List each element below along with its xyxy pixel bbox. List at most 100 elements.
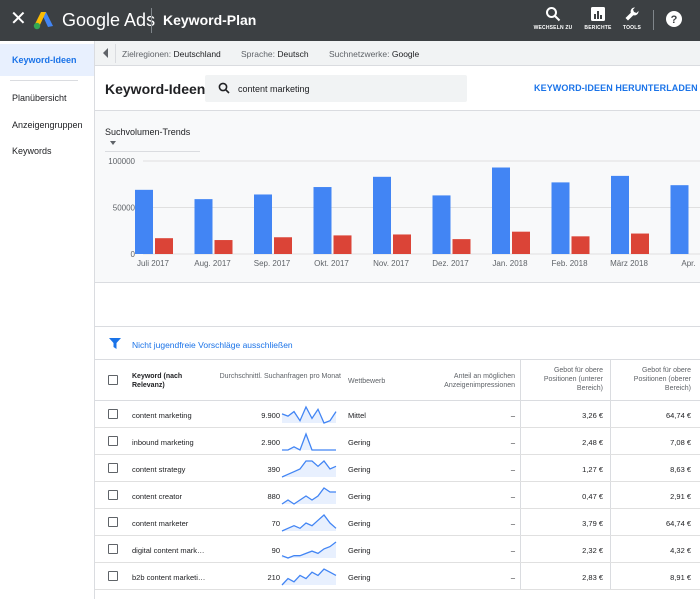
x-tick-label: Juli 2017 [137,259,170,268]
keyword-cell: content creator [132,492,183,501]
x-tick-label: Aug. 2017 [194,259,231,268]
bid-low-cell: 0,47 € [582,492,603,501]
filter-language[interactable]: Sprache: Deutsch [241,49,309,59]
filter-language-value: Deutsch [277,49,309,59]
filter-regions-key: Zielregionen: [122,49,172,59]
keyword-cell: digital content mark… [132,546,205,555]
bid-high-cell: 64,74 € [665,519,691,528]
google-ads-logo-icon [33,12,53,30]
bar-red[interactable] [452,239,471,254]
bar-red[interactable] [631,233,649,254]
switch-to-button[interactable]: WECHSELN ZU [528,6,578,31]
sidebar-item-keywords[interactable]: Keywords [0,135,94,167]
help-icon[interactable]: ? [665,10,683,28]
bar-blue[interactable] [313,187,332,254]
row-checkbox[interactable] [108,544,118,554]
column-divider [610,536,611,562]
row-checkbox[interactable] [108,490,118,500]
bar-red[interactable] [214,240,233,254]
bar-blue[interactable] [373,176,391,254]
trend-sparkline [281,514,337,532]
brand-name: Google Ads [62,10,156,30]
table-row[interactable]: content marketer 70 Gering – 3,79 € 64,74 € [95,509,700,536]
caret-down-icon [110,140,116,145]
header-impression-share[interactable]: Anteil an möglichen Anzeigenimpressionen [425,372,515,390]
header-competition[interactable]: Wettbewerb [348,377,385,386]
filter-divider [115,44,116,63]
keyword-search-box[interactable] [205,75,467,102]
trend-sparkline [281,541,337,559]
trend-sparkline [281,405,337,424]
select-all-checkbox[interactable] [108,375,118,385]
bar-blue[interactable] [670,185,689,254]
chart-area: Suchvolumen-Trends 0 50000 100000 Juli 2017… [95,111,700,283]
sidebar-item-keyword-ideas[interactable]: Keyword-Ideen [0,44,94,76]
keyword-cell: b2b content marketi… [132,573,206,582]
download-keyword-ideas-button[interactable]: KEYWORD-IDEEN HERUNTERLADEN [534,83,698,93]
table-row[interactable]: content marketing 9.900 Mittel – 3,26 € 64,74… [95,401,700,428]
table-row[interactable]: b2b content marketi… 210 Gering – 2,83 € 8,91… [95,563,700,590]
row-checkbox[interactable] [108,409,118,419]
table-row[interactable]: content creator 880 Gering – 0,47 € 2,91 € [95,482,700,509]
search-volume-chart: 0 50000 100000 Juli 2017 Aug. 2017 Sep. 2017 O… [108,157,700,268]
column-divider [520,428,521,454]
adult-filter-text[interactable]: Nicht jugendfreie Vorschläge ausschließe… [132,340,293,350]
x-tick-label: Jan. 2018 [492,259,528,268]
row-checkbox[interactable] [108,436,118,446]
bar-blue[interactable] [135,189,153,254]
bar-blue[interactable] [492,167,510,254]
close-icon[interactable]: ✕ [10,9,27,29]
filter-regions[interactable]: Zielregionen: Deutschland [122,49,221,59]
tools-button[interactable]: TOOLS [607,6,657,31]
y-tick-label: 50000 [113,204,136,213]
column-divider [520,455,521,481]
column-divider [610,428,611,454]
toolbar-divider [653,10,654,30]
bar-red[interactable] [333,235,352,254]
trend-sparkline [281,487,336,505]
header-avg-searches[interactable]: Durchschnittl. Suchanfragen pro Monat [215,372,341,381]
column-divider [520,360,521,400]
title-divider [151,8,152,33]
wrench-icon [625,7,639,21]
searches-cell: 210 [267,573,280,582]
header-bid-low[interactable]: Gebot für obere Positionen (unterer Bere… [529,366,603,393]
bid-low-cell: 2,32 € [582,546,603,555]
section-title: Keyword-Ideen [105,81,206,97]
bar-red[interactable] [512,231,530,254]
bar-blue[interactable] [432,195,451,254]
competition-cell: Mittel [348,411,366,420]
bar-blue[interactable] [194,199,213,254]
page-title: Keyword-Plan [163,12,257,28]
bid-high-cell: 8,91 € [670,573,691,582]
table-row[interactable]: inbound marketing 2.900 Gering – 2,48 € 7,08 … [95,428,700,455]
bar-red[interactable] [274,237,292,254]
table-row[interactable]: digital content mark… 90 Gering – 2,32 € 4,32… [95,536,700,563]
bar-red[interactable] [155,238,173,254]
bar-blue[interactable] [551,182,570,254]
sparkline-area [282,542,336,558]
bar-blue[interactable] [611,175,629,254]
header-bid-high[interactable]: Gebot für obere Positionen (oberer Berei… [617,366,691,393]
table-row[interactable]: content strategy 390 Gering – 1,27 € 8,63 € [95,455,700,482]
bar-red[interactable] [393,234,411,254]
keyword-cell: content marketer [132,519,189,528]
row-checkbox[interactable] [108,571,118,581]
header-keyword[interactable]: Keyword (nach Relevanz) [132,372,212,390]
row-checkbox[interactable] [108,463,118,473]
trend-sparkline [281,568,337,586]
keyword-search-input[interactable] [238,81,458,96]
row-checkbox[interactable] [108,517,118,527]
bid-low-cell: 3,79 € [582,519,603,528]
chevron-left-icon[interactable] [103,48,108,58]
adult-filter-row[interactable]: Nicht jugendfreie Vorschläge ausschließe… [95,326,700,360]
impression-share-cell: – [510,492,515,501]
bar-red[interactable] [571,236,590,254]
keyword-cell: content strategy [132,465,186,474]
trend-selector-label: Suchvolumen-Trends [105,127,191,137]
searches-cell: 9.900 [261,411,280,420]
bar-blue[interactable] [254,194,272,254]
filter-networks[interactable]: Suchnetzwerke: Google [329,49,419,59]
trend-selector[interactable]: Suchvolumen-Trends [105,127,200,152]
trend-sparkline [281,460,337,478]
